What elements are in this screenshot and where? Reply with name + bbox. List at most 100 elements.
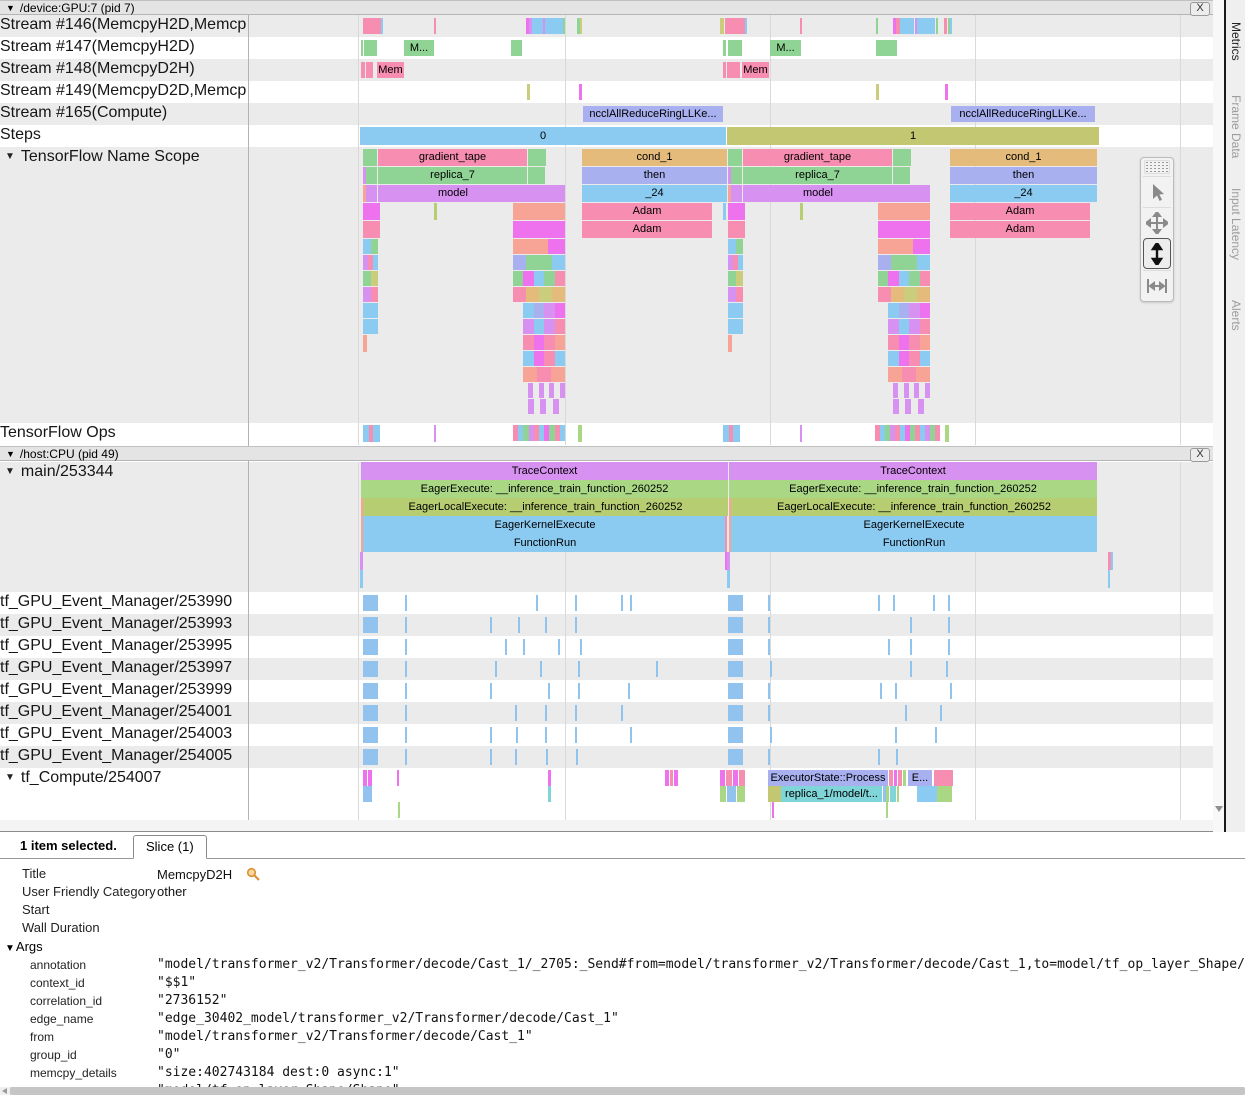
- trace-event-fragment[interactable]: [736, 287, 744, 302]
- trace-event-sliver[interactable]: [728, 727, 743, 743]
- trace-event-sliver[interactable]: [397, 770, 399, 786]
- trace-event-sliver[interactable]: [770, 661, 772, 677]
- trace-event[interactable]: Adam: [582, 203, 712, 220]
- trace-event-fragment[interactable]: [544, 271, 554, 286]
- track-label-tf-compute[interactable]: ▼tf_Compute/254007: [0, 769, 246, 790]
- trace-event-fragment[interactable]: [551, 367, 565, 382]
- trace-event-fragment[interactable]: [913, 239, 930, 254]
- trace-event-fragment[interactable]: [909, 319, 920, 334]
- timing-tool-button[interactable]: [1143, 270, 1171, 300]
- trace-event-sliver[interactable]: [363, 617, 378, 633]
- trace-event-sliver[interactable]: [360, 570, 363, 588]
- trace-event-fragment[interactable]: [728, 303, 743, 318]
- trace-event-fragment[interactable]: [878, 271, 888, 286]
- args-header[interactable]: ▼Args: [0, 938, 1245, 956]
- trace-event-fragment[interactable]: [909, 271, 919, 286]
- trace-event[interactable]: gradient_tape: [743, 149, 892, 166]
- trace-event-sliver[interactable]: [723, 40, 726, 56]
- trace-event-sliver[interactable]: [361, 40, 363, 56]
- trace-event-sliver[interactable]: [405, 661, 407, 677]
- trace-event-sliver[interactable]: [728, 617, 743, 633]
- trace-event[interactable]: replica_1/model/t...: [781, 786, 882, 802]
- trace-event-fragment[interactable]: [537, 367, 551, 382]
- trace-event-sliver[interactable]: [536, 595, 538, 611]
- trace-event-sliver[interactable]: [361, 62, 365, 78]
- trace-event-fragment[interactable]: [534, 303, 545, 318]
- trace-event-fragment[interactable]: [878, 287, 891, 302]
- trace-event-fragment[interactable]: [904, 255, 917, 270]
- trace-event-sliver[interactable]: [728, 683, 743, 699]
- scroll-down-icon[interactable]: [1215, 806, 1223, 812]
- track-label-name-scope[interactable]: ▼TensorFlow Name Scope: [0, 148, 246, 169]
- tab-metrics[interactable]: Metrics: [1229, 22, 1243, 61]
- trace-event-sliver[interactable]: [770, 727, 772, 743]
- trace-event-fragment[interactable]: [540, 399, 546, 414]
- trace-event-sliver[interactable]: [516, 727, 518, 743]
- trace-event-fragment[interactable]: [534, 335, 545, 350]
- trace-event-sliver[interactable]: [936, 18, 938, 34]
- trace-event-sliver[interactable]: [578, 683, 580, 699]
- tab-alerts[interactable]: Alerts: [1229, 300, 1243, 331]
- trace-event-fragment[interactable]: [539, 255, 552, 270]
- trace-event[interactable]: Adam: [950, 203, 1090, 220]
- trace-event[interactable]: EagerExecute: __inference_train_function…: [361, 480, 728, 498]
- trace-event-sliver[interactable]: [886, 786, 889, 802]
- trace-event-sliver[interactable]: [895, 683, 897, 699]
- trace-event-sliver[interactable]: [363, 335, 367, 352]
- trace-event-fragment[interactable]: [916, 367, 930, 382]
- trace-event-fragment[interactable]: [544, 335, 555, 350]
- trace-event[interactable]: gradient_tape: [378, 149, 527, 166]
- trace-event-sliver[interactable]: [728, 639, 743, 655]
- trace-event-sliver[interactable]: [948, 617, 950, 633]
- trace-event-sliver[interactable]: [940, 705, 942, 721]
- trace-event-sliver[interactable]: [545, 18, 563, 34]
- trace-event-sliver[interactable]: [910, 661, 912, 677]
- trace-event-fragment[interactable]: [878, 255, 891, 270]
- trace-event-fragment[interactable]: [935, 425, 940, 441]
- trace-event[interactable]: then: [582, 167, 727, 184]
- trace-event-sliver[interactable]: [363, 705, 378, 721]
- trace-event-fragment[interactable]: [905, 399, 911, 414]
- trace-event-fragment[interactable]: [920, 319, 931, 334]
- trace-event-sliver[interactable]: [580, 18, 582, 34]
- trace-event-sliver[interactable]: [548, 683, 550, 699]
- trace-event-fragment[interactable]: [888, 335, 899, 350]
- trace-event-sliver[interactable]: [728, 705, 743, 721]
- selection-tool-button[interactable]: [1143, 176, 1171, 206]
- trace-event-sliver[interactable]: [876, 84, 879, 100]
- trace-event-fragment[interactable]: [534, 319, 545, 334]
- trace-event-sliver[interactable]: [513, 203, 565, 220]
- trace-event-sliver[interactable]: [772, 802, 774, 818]
- trace-event[interactable]: _24: [950, 185, 1097, 202]
- trace-event-sliver[interactable]: [876, 40, 897, 56]
- trace-event-sliver[interactable]: [528, 167, 545, 184]
- trace-event-sliver[interactable]: [505, 639, 507, 655]
- trace-event-sliver[interactable]: [950, 683, 952, 699]
- trace-event-sliver[interactable]: [490, 749, 492, 765]
- trace-event-fragment[interactable]: [736, 271, 744, 286]
- scroll-left-icon[interactable]: [2, 1088, 7, 1094]
- trace-event[interactable]: FunctionRun: [731, 534, 1097, 552]
- trace-event-sliver[interactable]: [363, 661, 378, 677]
- trace-event-sliver[interactable]: [739, 770, 745, 786]
- trace-event-fragment[interactable]: [363, 287, 371, 302]
- trace-event-fragment[interactable]: [373, 255, 378, 270]
- trace-event-fragment[interactable]: [736, 239, 744, 254]
- trace-event-sliver[interactable]: [621, 595, 623, 611]
- trace-event-sliver[interactable]: [720, 18, 724, 34]
- trace-event-fragment[interactable]: [552, 287, 565, 302]
- trace-event-fragment[interactable]: [555, 351, 566, 366]
- trace-event-sliver[interactable]: [528, 149, 546, 166]
- trace-event-sliver[interactable]: [720, 786, 726, 802]
- trace-event[interactable]: EagerLocalExecute: __inference_train_fun…: [731, 498, 1097, 516]
- trace-event-sliver[interactable]: [727, 786, 736, 802]
- trace-event-fragment[interactable]: [513, 239, 530, 254]
- trace-event-sliver[interactable]: [800, 18, 802, 34]
- trace-event[interactable]: EagerExecute: __inference_train_function…: [729, 480, 1097, 498]
- trace-event-sliver[interactable]: [910, 617, 912, 633]
- trace-event-fragment[interactable]: [539, 287, 552, 302]
- trace-event-sliver[interactable]: [545, 727, 547, 743]
- trace-event-sliver[interactable]: [518, 617, 520, 633]
- trace-event-fragment[interactable]: [363, 319, 378, 334]
- trace-event-sliver[interactable]: [630, 595, 632, 611]
